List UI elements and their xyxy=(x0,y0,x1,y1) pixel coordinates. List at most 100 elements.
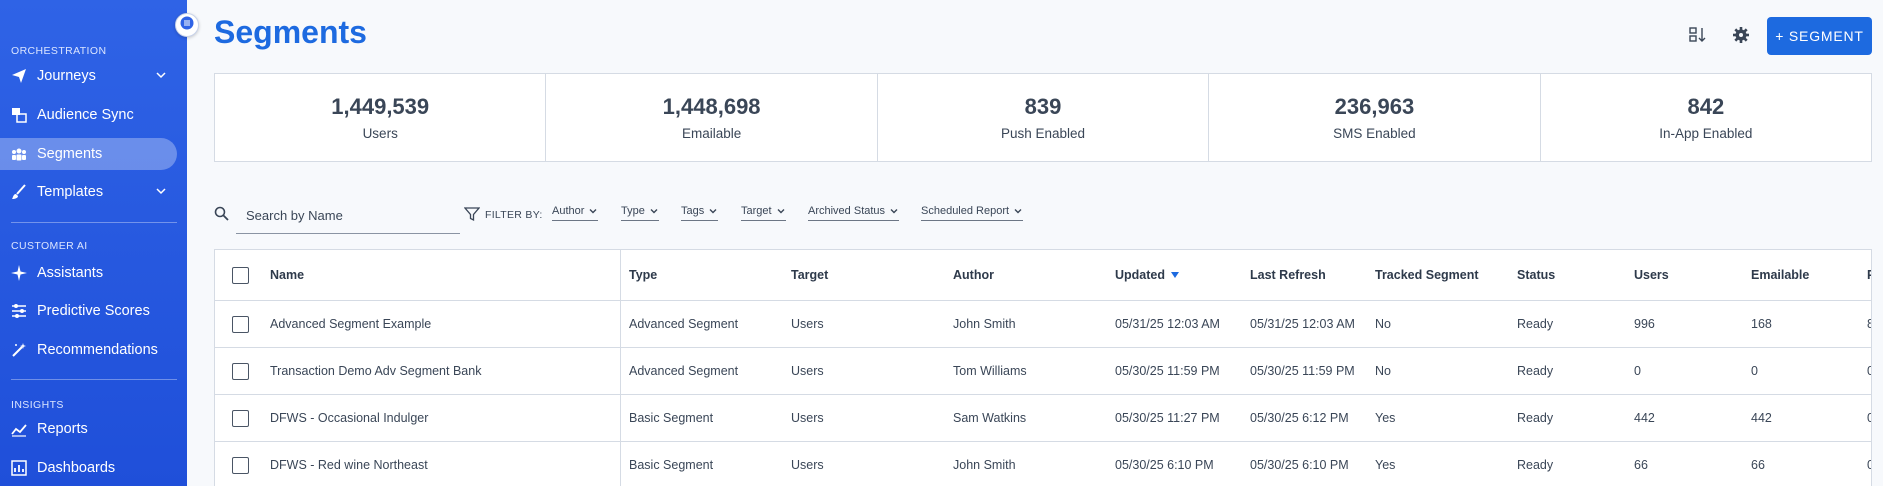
table-row[interactable]: DFWS - Red wine Northeast Basic Segment … xyxy=(215,442,1871,486)
filter-option-label: Type xyxy=(621,205,645,217)
stat-value: 839 xyxy=(1024,94,1062,119)
cell-type: Basic Segment xyxy=(629,458,714,472)
sidebar-item-label: Dashboards xyxy=(37,460,116,476)
chevron-down-icon[interactable] xyxy=(155,69,167,85)
select-all-cell xyxy=(232,250,249,300)
column-header-name[interactable]: Name xyxy=(270,250,304,300)
column-header-type[interactable]: Type xyxy=(629,250,657,300)
filter-author-dropdown[interactable]: Author xyxy=(552,205,599,221)
stat-in-app-enabled: 842 In-App Enabled xyxy=(1541,74,1871,161)
cell-last-refresh: 05/30/25 6:12 PM xyxy=(1250,411,1349,425)
page-title: Segments xyxy=(214,14,367,50)
column-header-status[interactable]: Status xyxy=(1517,250,1555,300)
sidebar-item-reports[interactable]: Reports xyxy=(0,413,177,445)
column-header-tracked-segment[interactable]: Tracked Segment xyxy=(1375,250,1479,300)
menu-icon xyxy=(180,16,194,35)
sidebar-item-segments[interactable]: Segments xyxy=(0,138,177,170)
cell-tracked-segment: Yes xyxy=(1375,458,1396,472)
filter-archived-status-dropdown[interactable]: Archived Status xyxy=(808,205,900,221)
row-checkbox[interactable] xyxy=(232,409,249,427)
column-header-users[interactable]: Users xyxy=(1634,250,1669,300)
cell-status: Ready xyxy=(1517,317,1554,331)
cell-updated: 05/30/25 11:59 PM xyxy=(1115,364,1220,378)
stat-sms-enabled: 236,963 SMS Enabled xyxy=(1209,74,1541,161)
table-header-row: Name Type Target Author Updated Last Ref… xyxy=(215,250,1871,301)
magic-wand-icon xyxy=(11,342,27,358)
filter-tags-dropdown[interactable]: Tags xyxy=(681,205,719,221)
sort-order-icon[interactable] xyxy=(1687,24,1709,46)
filter-type-dropdown[interactable]: Type xyxy=(621,205,659,221)
filter-by-label: FILTER BY: xyxy=(485,209,543,221)
cell-target: Users xyxy=(791,458,824,472)
chevron-down-icon xyxy=(890,209,898,214)
column-header-last-refresh[interactable]: Last Refresh xyxy=(1250,250,1326,300)
section-title-insights: INSIGHTS xyxy=(11,399,64,411)
filter-option-label: Target xyxy=(741,205,772,217)
cell-type: Advanced Segment xyxy=(629,317,739,331)
chevron-down-icon xyxy=(1014,209,1022,214)
sort-descending-icon xyxy=(1171,272,1179,278)
cell-updated: 05/30/25 6:10 PM xyxy=(1115,458,1214,472)
gear-icon[interactable] xyxy=(1730,24,1752,46)
row-checkbox[interactable] xyxy=(232,315,249,333)
table-row[interactable]: Transaction Demo Adv Segment Bank Advanc… xyxy=(215,348,1871,395)
cell-status: Ready xyxy=(1517,458,1554,472)
cell-tracked-segment: Yes xyxy=(1375,411,1396,425)
sidebar-item-predictive-scores[interactable]: Predictive Scores xyxy=(0,295,177,327)
cell-target: Users xyxy=(791,411,824,425)
table-row[interactable]: DFWS - Occasional Indulger Basic Segment… xyxy=(215,395,1871,442)
cell-truncated: 8 xyxy=(1867,301,1871,347)
sidebar: ORCHESTRATION Journeys Audience Sync Seg… xyxy=(0,0,187,486)
cell-name[interactable]: DFWS - Red wine Northeast xyxy=(270,442,428,486)
cell-name[interactable]: Transaction Demo Adv Segment Bank xyxy=(270,348,481,394)
line-chart-icon xyxy=(11,421,27,437)
table-row[interactable]: Advanced Segment Example Advanced Segmen… xyxy=(215,301,1871,348)
section-title-customer-ai: CUSTOMER AI xyxy=(11,240,88,252)
sliders-icon xyxy=(11,303,27,319)
filter-scheduled-report-dropdown[interactable]: Scheduled Report xyxy=(921,205,1024,221)
cell-emailable: 66 xyxy=(1751,458,1765,472)
search-icon xyxy=(214,206,229,226)
people-group-icon xyxy=(11,146,27,162)
sidebar-item-journeys[interactable]: Journeys xyxy=(0,60,177,92)
column-header-target[interactable]: Target xyxy=(791,250,828,300)
row-checkbox[interactable] xyxy=(232,362,249,380)
sidebar-item-dashboards[interactable]: Dashboards xyxy=(0,452,177,484)
column-header-author[interactable]: Author xyxy=(953,250,994,300)
column-header-truncated[interactable]: P xyxy=(1867,250,1871,300)
filter-target-dropdown[interactable]: Target xyxy=(741,205,786,221)
add-segment-button[interactable]: + SEGMENT xyxy=(1767,17,1872,55)
cell-last-refresh: 05/30/25 11:59 PM xyxy=(1250,364,1355,378)
sidebar-item-audience-sync[interactable]: Audience Sync xyxy=(0,99,177,131)
cell-users: 996 xyxy=(1634,317,1655,331)
stats-bar: 1,449,539 Users 1,448,698 Emailable 839 … xyxy=(214,73,1872,162)
search-input[interactable] xyxy=(236,198,460,234)
sidebar-item-label: Recommendations xyxy=(37,342,158,358)
chevron-down-icon[interactable] xyxy=(155,185,167,201)
sparkle-icon xyxy=(11,265,27,281)
cell-target: Users xyxy=(791,364,824,378)
cell-emailable: 168 xyxy=(1751,317,1772,331)
column-header-updated[interactable]: Updated xyxy=(1115,250,1180,300)
sidebar-item-assistants[interactable]: Assistants xyxy=(0,257,177,289)
cell-author: John Smith xyxy=(953,317,1016,331)
row-select-cell xyxy=(232,301,249,347)
column-header-emailable[interactable]: Emailable xyxy=(1751,250,1809,300)
sidebar-item-recommendations[interactable]: Recommendations xyxy=(0,334,177,366)
filter-option-label: Scheduled Report xyxy=(921,205,1010,217)
sidebar-collapse-button[interactable] xyxy=(175,13,199,37)
sidebar-item-templates[interactable]: Templates xyxy=(0,176,177,208)
cell-author: Tom Williams xyxy=(953,364,1027,378)
cell-emailable: 442 xyxy=(1751,411,1772,425)
cell-truncated: 0 xyxy=(1867,442,1871,486)
chevron-down-icon xyxy=(589,209,597,214)
cell-tracked-segment: No xyxy=(1375,364,1391,378)
row-checkbox[interactable] xyxy=(232,456,249,474)
segments-table: Name Type Target Author Updated Last Ref… xyxy=(214,249,1872,486)
sidebar-item-label: Predictive Scores xyxy=(37,303,150,319)
cell-name[interactable]: DFWS - Occasional Indulger xyxy=(270,395,428,441)
stat-value: 842 xyxy=(1687,94,1725,119)
cell-name[interactable]: Advanced Segment Example xyxy=(270,301,431,347)
select-all-checkbox[interactable] xyxy=(232,266,249,284)
cell-last-refresh: 05/30/25 6:10 PM xyxy=(1250,458,1349,472)
